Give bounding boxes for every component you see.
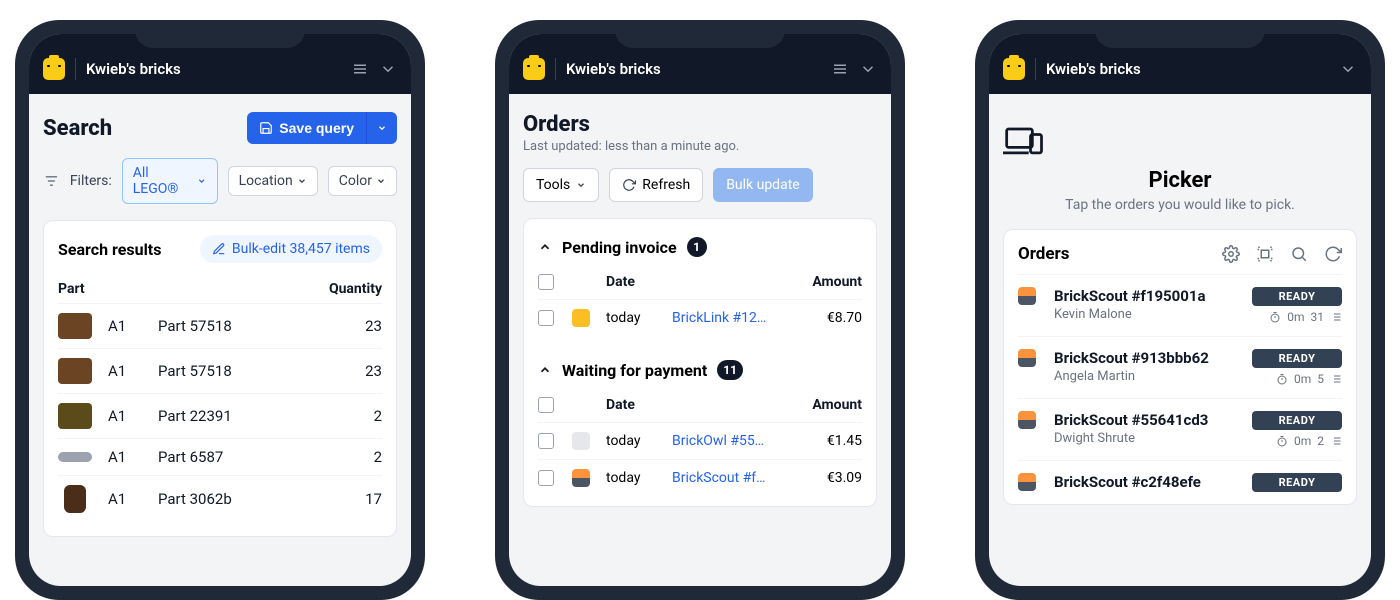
- part-thumbnail: [58, 358, 92, 384]
- source-brickscout-icon: [1018, 473, 1036, 491]
- select-all-checkbox[interactable]: [538, 274, 554, 290]
- chevron-up-icon: [538, 240, 552, 254]
- timer-icon: [1276, 435, 1288, 447]
- chevron-down-icon[interactable]: [379, 60, 397, 78]
- orders-heading: Orders: [1018, 244, 1070, 264]
- count-badge: 11: [717, 360, 743, 380]
- source-brickscout-icon: [1018, 411, 1036, 429]
- part-thumbnail: [58, 452, 92, 462]
- refresh-button[interactable]: Refresh: [609, 168, 703, 202]
- table-row[interactable]: A1 Part 57518 23: [58, 348, 382, 393]
- bulk-edit-button[interactable]: Bulk-edit 38,457 items: [200, 235, 382, 263]
- picker-order-item[interactable]: BrickScout #f195001a Kevin Malone READY …: [1018, 274, 1342, 336]
- source-brickscout-icon: [572, 469, 590, 487]
- picker-order-item[interactable]: BrickScout #c2f48efe READY: [1018, 460, 1342, 504]
- gear-icon[interactable]: [1222, 245, 1240, 263]
- col-part-header: Part: [58, 281, 108, 297]
- order-row[interactable]: today BrickOwl #55… €1.45: [538, 423, 862, 459]
- lego-head-icon: [523, 58, 545, 80]
- table-row[interactable]: A1 Part 6587 2: [58, 438, 382, 475]
- section-waiting-payment[interactable]: Waiting for payment 11: [538, 352, 862, 388]
- save-query-button[interactable]: Save query: [247, 112, 366, 144]
- order-link[interactable]: BrickScout #f…: [672, 470, 786, 486]
- timer-icon: [1276, 373, 1288, 385]
- order-link[interactable]: BrickOwl #55…: [672, 433, 786, 449]
- row-checkbox[interactable]: [538, 310, 554, 326]
- lego-head-icon: [1003, 58, 1025, 80]
- refresh-icon[interactable]: [1324, 245, 1342, 263]
- row-checkbox[interactable]: [538, 470, 554, 486]
- lego-head-icon: [43, 58, 65, 80]
- section-pending-invoice[interactable]: Pending invoice 1: [538, 229, 862, 265]
- count-badge: 1: [687, 237, 707, 257]
- order-row[interactable]: today BrickScout #f… €3.09: [538, 460, 862, 496]
- brand-title: Kwieb's bricks: [1046, 60, 1141, 78]
- picker-order-item[interactable]: BrickScout #913bbb62 Angela Martin READY…: [1018, 336, 1342, 398]
- status-badge: READY: [1252, 349, 1342, 368]
- status-badge: READY: [1252, 473, 1342, 492]
- filter-icon[interactable]: [43, 172, 60, 190]
- table-row[interactable]: A1 Part 22391 2: [58, 393, 382, 438]
- table-row[interactable]: A1 Part 3062b 17: [58, 475, 382, 522]
- picker-subtitle: Tap the orders you would like to pick.: [1003, 197, 1357, 213]
- bulk-update-button[interactable]: Bulk update: [713, 168, 813, 202]
- source-brickowl-icon: [572, 432, 590, 450]
- devices-icon: [1003, 122, 1047, 158]
- col-qty-header: Quantity: [322, 281, 382, 297]
- list-icon: [1330, 373, 1342, 385]
- results-title: Search results: [58, 240, 161, 259]
- order-link[interactable]: BrickLink #12…: [672, 310, 786, 326]
- table-row[interactable]: A1 Part 57518 23: [58, 303, 382, 348]
- order-row[interactable]: today BrickLink #12… €8.70: [538, 300, 862, 336]
- picker-title: Picker: [1003, 168, 1357, 193]
- row-checkbox[interactable]: [538, 433, 554, 449]
- select-all-checkbox[interactable]: [538, 397, 554, 413]
- source-bricklink-icon: [572, 309, 590, 327]
- page-title: Orders: [523, 112, 877, 137]
- chevron-down-icon[interactable]: [1339, 60, 1357, 78]
- filter-chip-all-lego[interactable]: All LEGO®: [122, 158, 218, 204]
- list-icon: [1330, 311, 1342, 323]
- status-badge: READY: [1252, 411, 1342, 430]
- picker-order-item[interactable]: BrickScout #55641cd3 Dwight Shrute READY…: [1018, 398, 1342, 460]
- part-thumbnail: [58, 313, 92, 339]
- menu-icon[interactable]: [831, 60, 849, 78]
- status-badge: READY: [1252, 287, 1342, 306]
- filter-chip-location[interactable]: Location: [228, 166, 318, 196]
- page-title: Search: [43, 116, 112, 141]
- part-thumbnail: [64, 485, 86, 513]
- part-thumbnail: [58, 403, 92, 429]
- last-updated-label: Last updated: less than a minute ago.: [523, 139, 877, 154]
- tools-dropdown[interactable]: Tools: [523, 168, 599, 202]
- source-brickscout-icon: [1018, 287, 1036, 305]
- brand-title: Kwieb's bricks: [86, 60, 181, 78]
- menu-icon[interactable]: [351, 60, 369, 78]
- select-icon[interactable]: [1256, 245, 1274, 263]
- filter-chip-color[interactable]: Color: [328, 166, 397, 196]
- timer-icon: [1269, 311, 1281, 323]
- source-brickscout-icon: [1018, 349, 1036, 367]
- search-icon[interactable]: [1290, 245, 1308, 263]
- filters-label: Filters:: [70, 173, 112, 189]
- chevron-down-icon[interactable]: [859, 60, 877, 78]
- save-query-dropdown[interactable]: [366, 112, 397, 144]
- chevron-up-icon: [538, 363, 552, 377]
- brand-title: Kwieb's bricks: [566, 60, 661, 78]
- list-icon: [1330, 435, 1342, 447]
